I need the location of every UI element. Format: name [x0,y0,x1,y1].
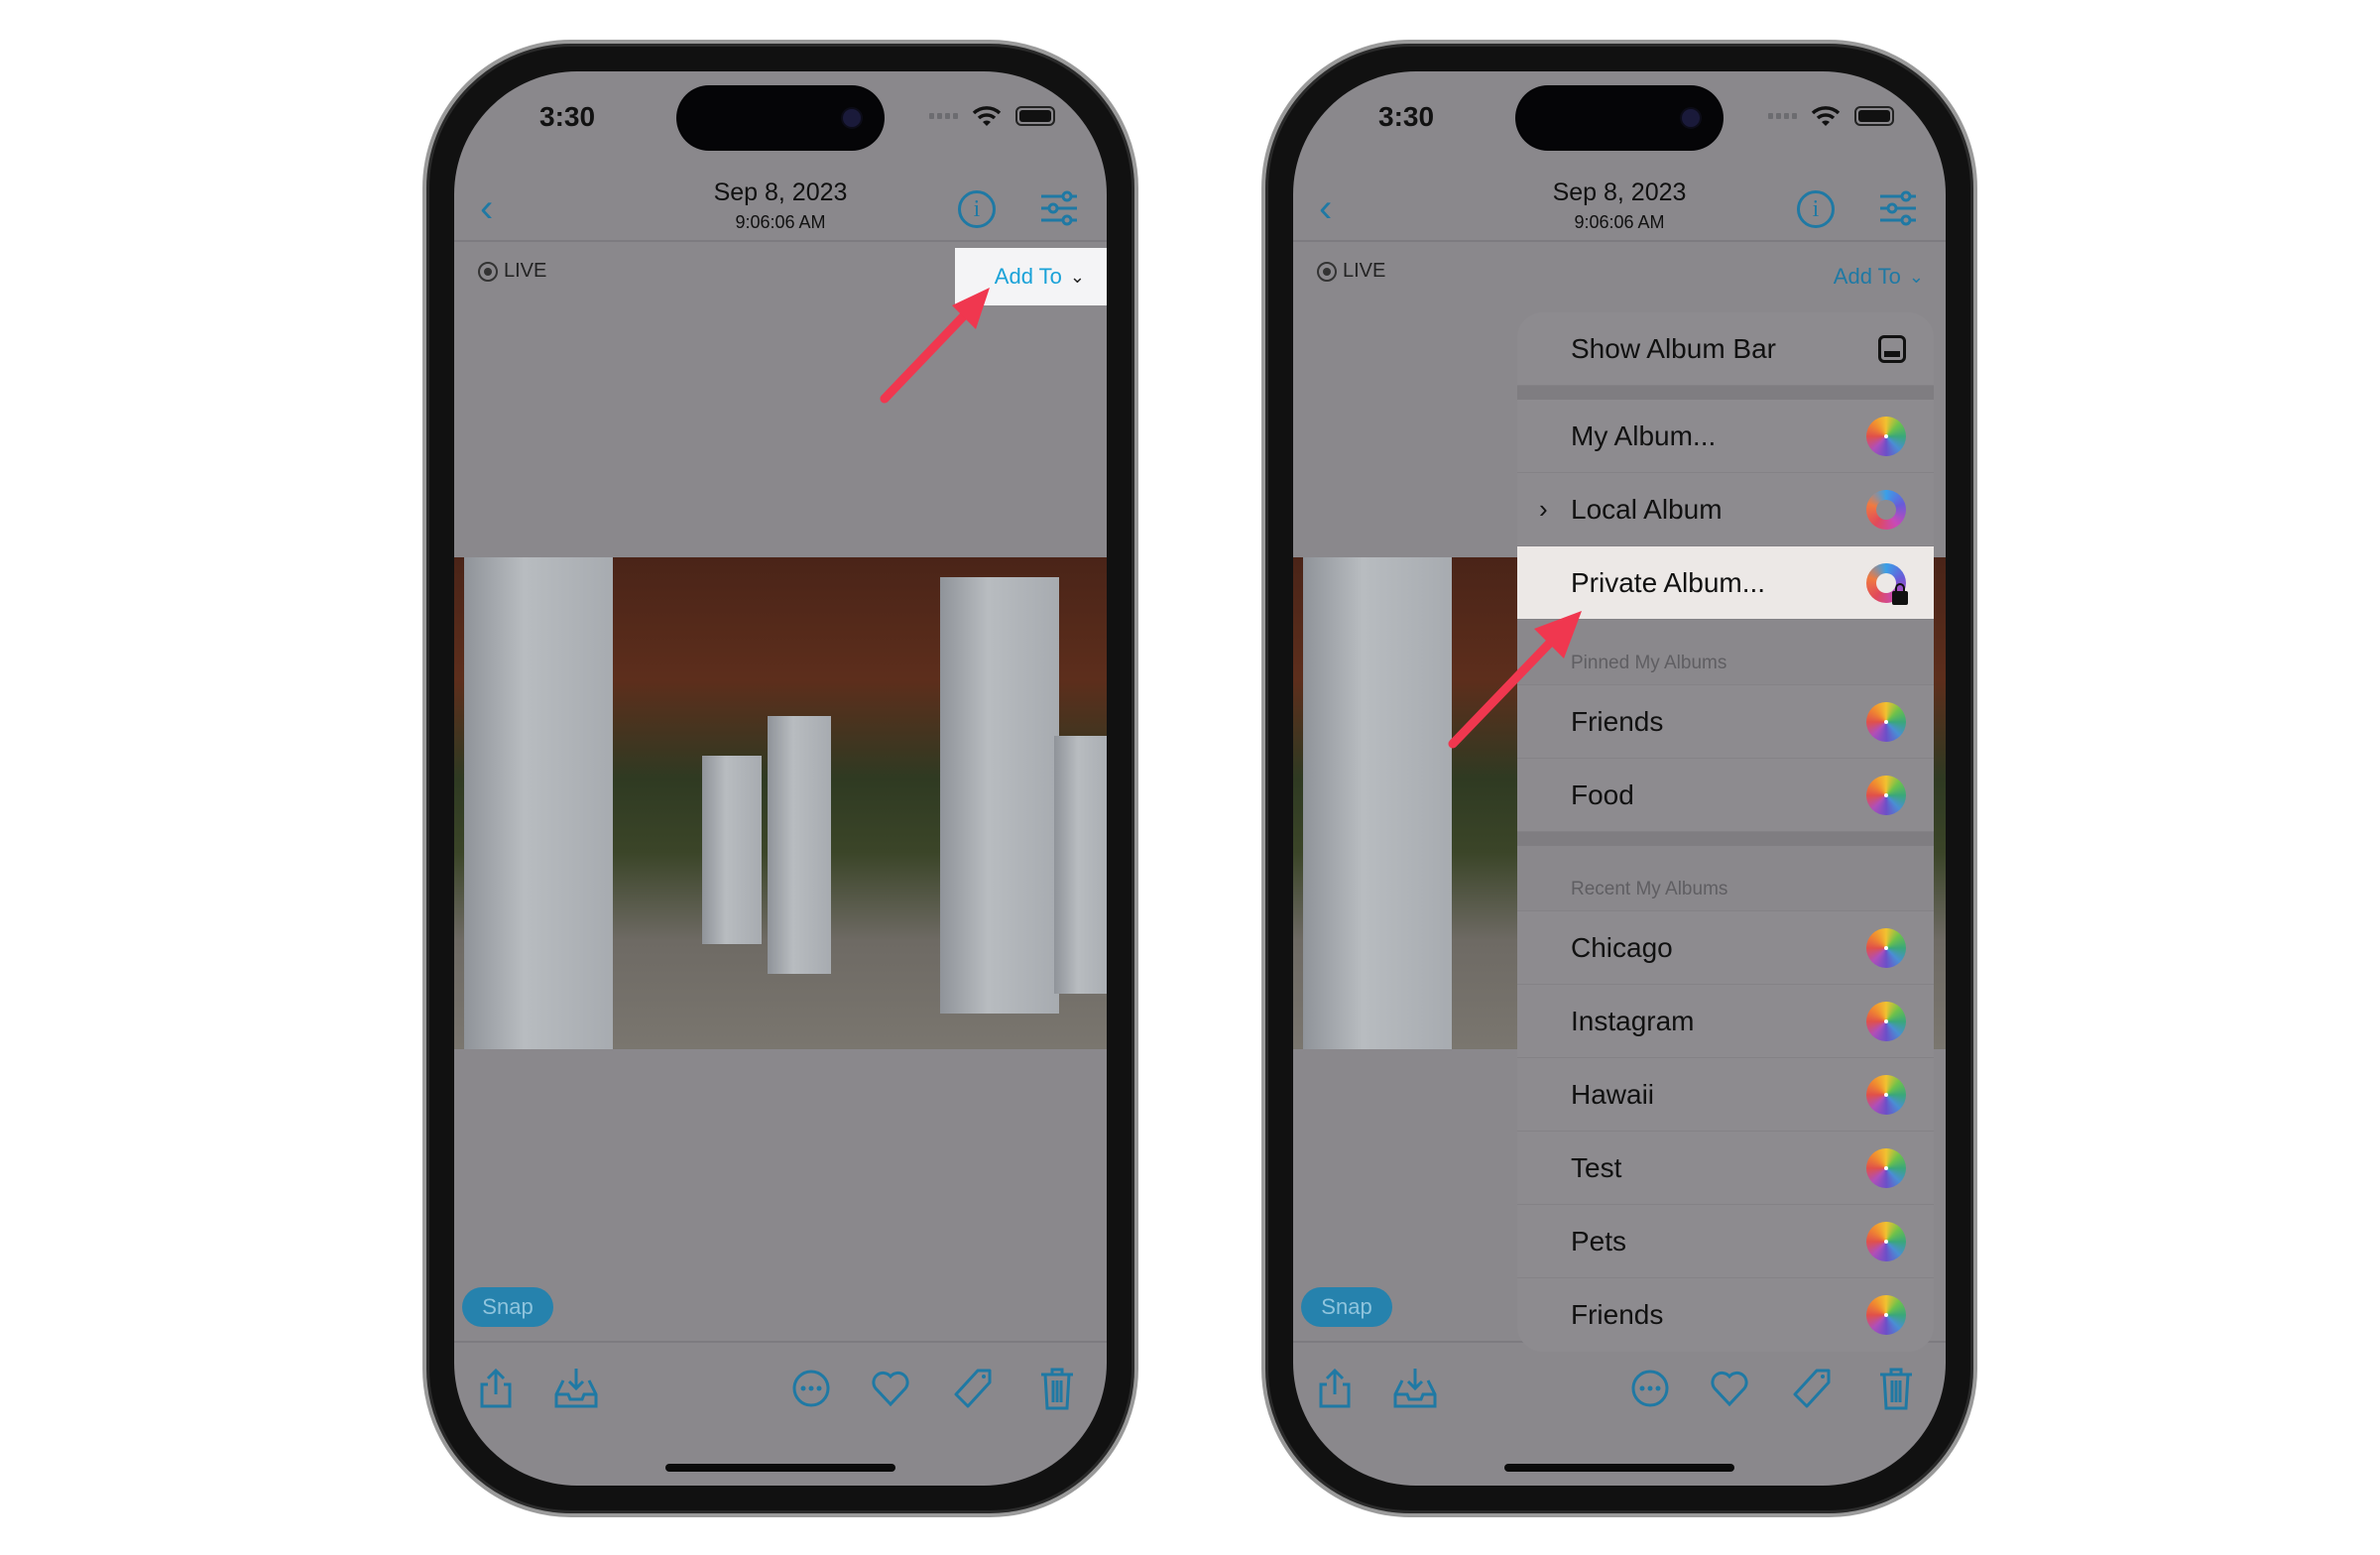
menu-item-my-album[interactable]: My Album... [1517,400,1934,473]
camera-icon [1682,109,1700,127]
menu-item-album[interactable]: Instagram [1517,985,1934,1058]
heart-icon[interactable] [871,1367,910,1410]
chevron-down-icon: ⌄ [1908,266,1924,287]
battery-icon [1015,106,1055,126]
photos-flower-icon [1866,775,1906,815]
wifi-icon [972,106,1002,126]
menu-item-local-album[interactable]: › Local Album [1517,473,1934,546]
more-icon[interactable] [791,1367,831,1410]
info-icon[interactable]: i [1797,190,1835,228]
photos-flower-icon [1866,1147,1906,1188]
add-to-button[interactable]: Add To ⌄ [1794,248,1946,305]
menu-item-show-album-bar[interactable]: Show Album Bar [1517,312,1934,386]
chevron-right-icon: › [1539,494,1548,524]
photo [454,557,1107,1049]
nav-title: Sep 8, 2023 [713,179,848,206]
tag-icon[interactable] [954,1367,994,1410]
trash-icon[interactable] [1037,1367,1077,1410]
live-photo-icon [478,261,498,282]
dynamic-island [676,85,885,151]
info-icon[interactable]: i [958,190,996,228]
menu-item-album[interactable]: Friends [1517,1278,1934,1352]
annotation-arrow-left [880,288,990,404]
wifi-icon [1811,106,1841,126]
annotation-arrow-right [1448,611,1582,749]
menu-item-album[interactable]: Pets [1517,1205,1934,1278]
snap-button[interactable]: Snap [1301,1287,1392,1327]
status-time: 3:30 [1378,101,1435,132]
battery-icon [1854,106,1894,126]
bottom-toolbar [454,1341,1107,1420]
snap-button[interactable]: Snap [462,1287,553,1327]
sliders-icon[interactable] [1878,190,1918,226]
status-time: 3:30 [539,101,596,132]
bottom-toolbar [1293,1341,1946,1420]
photos-flower-icon [1866,701,1906,742]
private-album-lock-icon [1866,562,1908,605]
save-to-tray-icon[interactable] [553,1367,599,1410]
menu-divider [1517,832,1934,846]
camera-icon [843,109,861,127]
dynamic-island [1515,85,1724,151]
live-badge[interactable]: LIVE [478,260,546,283]
photos-flower-icon [1866,1295,1906,1335]
save-to-tray-icon[interactable] [1392,1367,1438,1410]
add-to-menu: Show Album Bar My Album... › Local Album … [1517,312,1934,1352]
home-indicator [665,1464,895,1472]
chevron-down-icon: ⌄ [1069,266,1085,287]
nav-title: Sep 8, 2023 [1552,179,1687,206]
photos-flower-icon [1866,1074,1906,1115]
photos-flower-icon [1866,1001,1906,1041]
nav-bar: ‹ Sep 8, 2023 9:06:06 AM i [1293,171,1946,242]
menu-item-album[interactable]: Test [1517,1132,1934,1205]
photos-flower-icon [1866,927,1906,968]
menu-divider [1517,386,1934,400]
tag-icon[interactable] [1793,1367,1833,1410]
photos-flower-icon [1866,416,1906,456]
lock-icon [1892,582,1908,605]
nav-subtitle: 9:06:06 AM [1574,212,1665,232]
nav-subtitle: 9:06:06 AM [735,212,826,232]
more-icon[interactable] [1630,1367,1670,1410]
home-indicator [1504,1464,1734,1472]
signal-icon [1768,113,1797,119]
live-badge[interactable]: LIVE [1317,260,1385,283]
phone-left: 3:30 ‹ Sep 8, 2023 9:06:06 AM i LIVE Add… [422,40,1138,1517]
signal-icon [929,113,958,119]
nav-bar: ‹ Sep 8, 2023 9:06:06 AM i [454,171,1107,242]
heart-icon[interactable] [1710,1367,1749,1410]
sliders-icon[interactable] [1039,190,1079,226]
photos-flower-icon [1866,1221,1906,1261]
local-album-ring-icon [1866,489,1906,530]
trash-icon[interactable] [1876,1367,1916,1410]
share-icon[interactable] [1315,1367,1355,1410]
live-photo-icon [1317,261,1337,282]
menu-item-album[interactable]: Hawaii [1517,1058,1934,1132]
share-icon[interactable] [476,1367,516,1410]
section-header-recent: Recent My Albums [1517,846,1934,911]
album-bar-icon [1878,334,1906,363]
menu-item-album[interactable]: Chicago [1517,911,1934,985]
menu-item-album[interactable]: Food [1517,759,1934,832]
